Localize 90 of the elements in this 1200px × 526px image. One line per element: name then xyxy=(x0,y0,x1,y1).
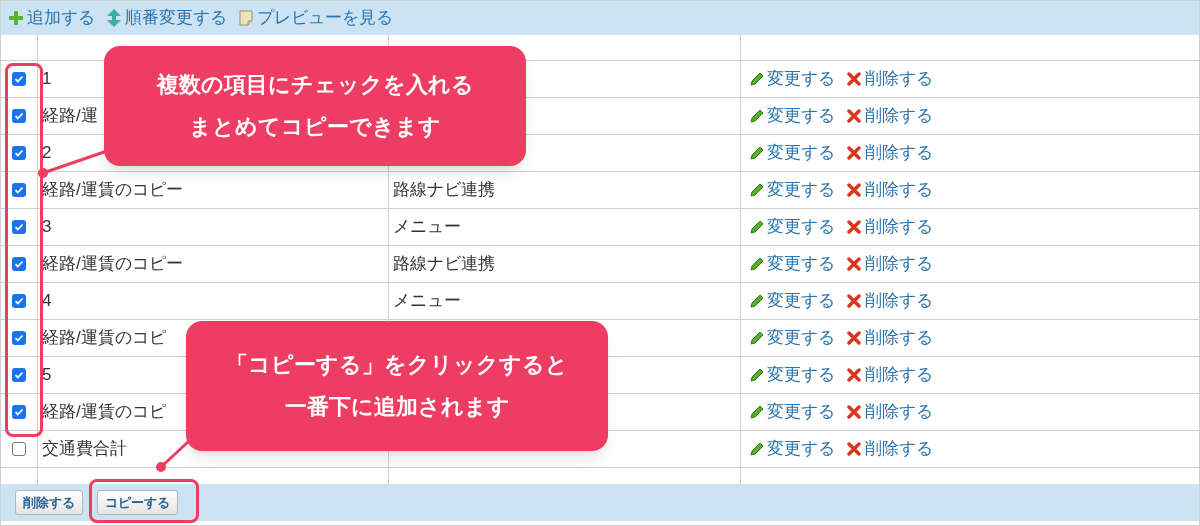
row-checkbox[interactable] xyxy=(12,183,26,197)
checkmark-icon xyxy=(14,148,24,158)
item-name: 経路/運賃のコピ xyxy=(42,401,166,424)
row-checkbox[interactable] xyxy=(12,294,26,308)
delete-x-icon xyxy=(847,109,861,123)
row-checkbox[interactable] xyxy=(12,146,26,160)
item-name: 2 xyxy=(42,142,52,165)
item-name: 4 xyxy=(42,290,52,313)
delete-x-icon xyxy=(847,331,861,345)
pencil-icon xyxy=(749,293,765,309)
item-type: メニュー xyxy=(393,290,461,313)
delete-link[interactable]: 削除する xyxy=(847,103,933,129)
item-name: 1 xyxy=(42,68,52,91)
checkmark-icon xyxy=(14,259,24,269)
delete-x-icon xyxy=(847,405,861,419)
row-checkbox[interactable] xyxy=(12,331,26,345)
checkmark-icon xyxy=(14,333,24,343)
plus-icon xyxy=(9,11,23,25)
delete-link[interactable]: 削除する xyxy=(847,214,933,240)
pencil-icon xyxy=(749,108,765,124)
delete-link[interactable]: 削除する xyxy=(847,399,933,425)
item-name: 交通費合計 xyxy=(42,438,127,461)
item-name: 3 xyxy=(42,216,52,239)
checkmark-icon xyxy=(14,74,24,84)
footer-button[interactable]: 削除する xyxy=(15,490,83,515)
delete-link[interactable]: 削除する xyxy=(847,436,933,462)
item-type: 路線ナビ連携 xyxy=(393,179,495,202)
checkmark-icon xyxy=(14,370,24,380)
toolbar-link[interactable]: 順番変更する xyxy=(107,5,227,31)
edit-link[interactable]: 変更する xyxy=(749,362,835,388)
delete-x-icon xyxy=(847,368,861,382)
callout-text: 複数の項目にチェックを入れる まとめてコピーできます xyxy=(156,71,474,141)
row-checkbox[interactable] xyxy=(12,442,26,456)
edit-link[interactable]: 変更する xyxy=(749,436,835,462)
delete-x-icon xyxy=(847,146,861,160)
delete-link[interactable]: 削除する xyxy=(847,325,933,351)
pencil-icon xyxy=(749,145,765,161)
item-name: 5 xyxy=(42,364,52,387)
checkmark-icon xyxy=(14,296,24,306)
delete-link[interactable]: 削除する xyxy=(847,251,933,277)
row-checkbox[interactable] xyxy=(12,405,26,419)
toolbar-link[interactable]: プレビューを見る xyxy=(239,5,393,31)
callout-text: 「コピーする」をクリックすると 一番下に追加されます xyxy=(226,351,568,421)
delete-x-icon xyxy=(847,72,861,86)
delete-link[interactable]: 削除する xyxy=(847,66,933,92)
pencil-icon xyxy=(749,71,765,87)
pencil-icon xyxy=(749,256,765,272)
checkmark-icon xyxy=(14,185,24,195)
row-checkbox[interactable] xyxy=(12,109,26,123)
item-name: 経路/運 xyxy=(42,105,98,128)
item-name: 経路/運賃のコピー xyxy=(42,253,183,276)
edit-link[interactable]: 変更する xyxy=(749,214,835,240)
delete-x-icon xyxy=(847,220,861,234)
pencil-icon xyxy=(749,330,765,346)
up-down-arrow-icon xyxy=(107,9,121,27)
pencil-icon xyxy=(749,182,765,198)
checkmark-icon xyxy=(14,111,24,121)
row-checkbox[interactable] xyxy=(12,72,26,86)
row-checkbox[interactable] xyxy=(12,368,26,382)
pencil-icon xyxy=(749,219,765,235)
edit-link[interactable]: 変更する xyxy=(749,251,835,277)
item-type: メニュー xyxy=(393,216,461,239)
toolbar-link[interactable]: 追加する xyxy=(9,5,95,31)
edit-link[interactable]: 変更する xyxy=(749,399,835,425)
checkmark-icon xyxy=(14,407,24,417)
pencil-icon xyxy=(749,367,765,383)
delete-link[interactable]: 削除する xyxy=(847,140,933,166)
edit-link[interactable]: 変更する xyxy=(749,103,835,129)
delete-x-icon xyxy=(847,442,861,456)
document-icon xyxy=(239,10,253,26)
edit-link[interactable]: 変更する xyxy=(749,325,835,351)
delete-x-icon xyxy=(847,294,861,308)
footer-button[interactable]: コピーする xyxy=(97,490,178,515)
edit-link[interactable]: 変更する xyxy=(749,177,835,203)
checkmark-icon xyxy=(14,222,24,232)
edit-link[interactable]: 変更する xyxy=(749,288,835,314)
delete-link[interactable]: 削除する xyxy=(847,362,933,388)
edit-link[interactable]: 変更する xyxy=(749,66,835,92)
row-checkbox[interactable] xyxy=(12,220,26,234)
item-name: 経路/運賃のコピー xyxy=(42,179,183,202)
row-checkbox[interactable] xyxy=(12,257,26,271)
delete-link[interactable]: 削除する xyxy=(847,288,933,314)
delete-x-icon xyxy=(847,183,861,197)
delete-x-icon xyxy=(847,257,861,271)
edit-link[interactable]: 変更する xyxy=(749,140,835,166)
item-type: 路線ナビ連携 xyxy=(393,253,495,276)
pencil-icon xyxy=(749,404,765,420)
pencil-icon xyxy=(749,441,765,457)
delete-link[interactable]: 削除する xyxy=(847,177,933,203)
item-name: 経路/運賃のコピ xyxy=(42,327,166,350)
